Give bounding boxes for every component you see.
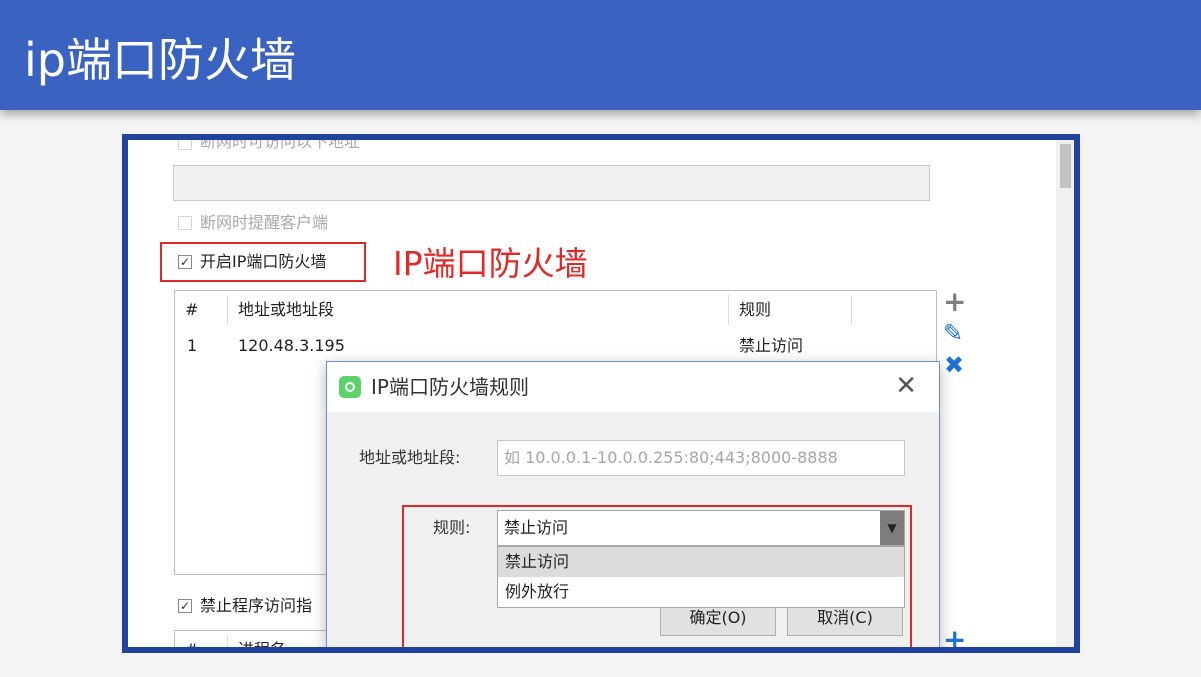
checkbox-disconnect-allow[interactable]: [178, 140, 192, 150]
label-disconnect-allow: 断网时可访问以下地址: [200, 140, 361, 151]
checkbox-block-program[interactable]: ✓: [178, 599, 192, 613]
row-index: 1: [187, 336, 198, 355]
screenshot-frame: 断网时可访问以下地址 断网时提醒客户端 ✓ 开启IP端口防火墙 IP端口防火墙 …: [122, 134, 1080, 653]
rule-option-allow[interactable]: 例外放行: [498, 577, 904, 607]
rule-select[interactable]: 禁止访问 ▼: [497, 510, 905, 546]
dialog-title-bar: IP端口防火墙规则 ✕: [327, 362, 939, 412]
dialog-title: IP端口防火墙规则: [371, 375, 529, 399]
delete-rule-icon[interactable]: ✖: [944, 353, 964, 377]
allowed-address-input[interactable]: [173, 165, 930, 201]
add-rule-icon[interactable]: +: [943, 288, 966, 316]
row-address: 120.48.3.195: [238, 336, 345, 355]
checkbox-ip-firewall[interactable]: ✓: [178, 255, 192, 269]
dialog-body: 地址或地址段: 如 10.0.0.1-10.0.0.255:80;443;800…: [327, 412, 939, 647]
checkbox-remind-client[interactable]: [178, 216, 192, 230]
app-logo-icon: [339, 376, 361, 398]
firewall-rule-dialog: IP端口防火墙规则 ✕ 地址或地址段: 如 10.0.0.1-10.0.0.25…: [326, 361, 940, 647]
column-separator: [851, 295, 852, 325]
scrollbar-thumb[interactable]: [1060, 144, 1071, 188]
column-header-index: #: [175, 631, 225, 647]
add-program-icon[interactable]: +: [943, 626, 966, 648]
annotation-ip-firewall: IP端口防火墙: [393, 244, 588, 283]
label-ip-firewall: 开启IP端口防火墙: [200, 252, 327, 271]
chevron-down-icon[interactable]: ▼: [880, 511, 904, 545]
slide-title: ip端口防火墙: [24, 33, 296, 87]
close-icon[interactable]: ✕: [895, 372, 917, 400]
address-input[interactable]: 如 10.0.0.1-10.0.0.255:80;443;8000-8888: [497, 440, 905, 476]
row-rule: 禁止访问: [739, 336, 804, 355]
column-header-rule: 规则: [739, 300, 772, 319]
column-header-index: #: [185, 300, 199, 319]
scrollbar[interactable]: [1056, 140, 1074, 647]
rule-dropdown-list: 禁止访问 例外放行: [497, 546, 905, 608]
title-banner: ip端口防火墙: [0, 0, 1201, 110]
edit-rule-icon[interactable]: ✎: [943, 321, 963, 345]
rule-option-deny[interactable]: 禁止访问: [498, 547, 904, 577]
table-header: # 地址或地址段 规则: [175, 291, 936, 329]
label-block-program: 禁止程序访问指: [200, 596, 313, 615]
address-label: 地址或地址段:: [359, 448, 461, 467]
column-header-address: 地址或地址段: [238, 300, 335, 319]
label-remind-client: 断网时提醒客户端: [200, 213, 329, 232]
rule-label: 规则:: [433, 518, 471, 537]
rule-select-value: 禁止访问: [504, 518, 569, 537]
settings-panel: 断网时可访问以下地址 断网时提醒客户端 ✓ 开启IP端口防火墙 IP端口防火墙 …: [128, 140, 1074, 647]
